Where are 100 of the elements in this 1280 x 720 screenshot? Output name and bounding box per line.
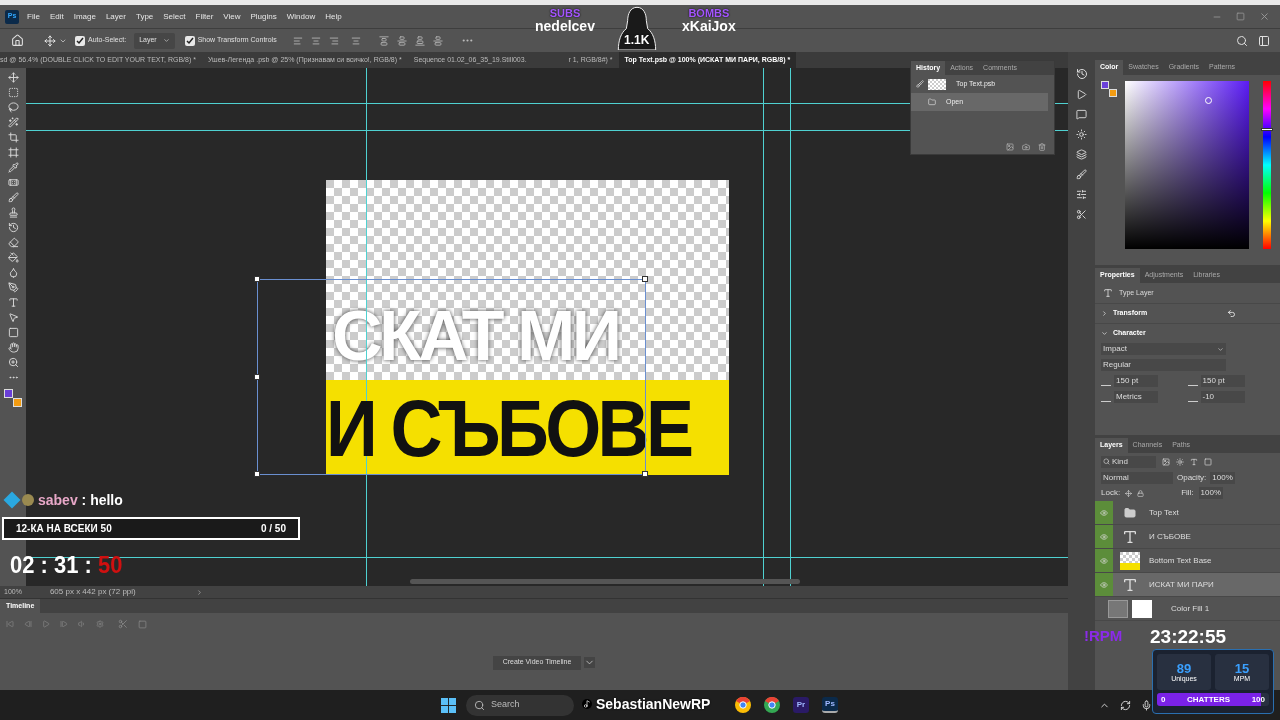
adjustment-filter-icon[interactable]	[1176, 457, 1184, 466]
distribute-icon[interactable]	[432, 35, 443, 46]
lasso-icon[interactable]	[7, 102, 19, 113]
shape-filter-icon[interactable]	[1204, 457, 1212, 466]
menu-item[interactable]: Layer	[105, 10, 126, 23]
browser-icon[interactable]	[764, 697, 780, 713]
frame-icon[interactable]	[7, 147, 19, 158]
checkbox[interactable]	[75, 35, 85, 46]
eraser-icon[interactable]	[7, 237, 19, 248]
stamp-icon[interactable]	[7, 207, 19, 218]
foreground-color-swatch[interactable]	[1101, 81, 1109, 89]
layer-row[interactable]: И СЪБОВЕ	[1095, 525, 1280, 549]
crop-icon[interactable]	[7, 132, 19, 143]
blend-mode-dropdown[interactable]: Normal	[1101, 471, 1173, 484]
layer-row[interactable]: Color Fill 1	[1095, 597, 1280, 621]
microphone-icon[interactable]	[1141, 699, 1152, 711]
font-dropdown[interactable]: Impact	[1101, 343, 1226, 355]
hand-icon[interactable]	[7, 342, 19, 353]
pen-icon[interactable]	[7, 282, 19, 293]
taskbar-app[interactable]: Ps	[822, 697, 838, 713]
search-icon[interactable]	[1236, 34, 1248, 47]
type-icon[interactable]	[7, 297, 19, 308]
visibility-toggle[interactable]	[1095, 549, 1113, 572]
menu-item[interactable]: Image	[73, 10, 96, 23]
leading-field[interactable]: 150 pt	[1200, 375, 1245, 387]
visibility-toggle[interactable]	[1095, 501, 1113, 524]
scissors-icon[interactable]	[1076, 209, 1087, 220]
sliders-icon[interactable]	[1076, 189, 1087, 200]
font-size-field[interactable]: 150 pt	[1114, 375, 1158, 387]
brush-icon[interactable]	[7, 192, 19, 203]
hue-slider[interactable]	[1263, 81, 1271, 249]
brush-icon[interactable]	[1076, 169, 1087, 180]
history-icon[interactable]	[1075, 68, 1088, 80]
checkbox[interactable]	[184, 35, 195, 46]
chevron-icon[interactable]	[195, 588, 203, 596]
move-icon[interactable]	[1125, 489, 1133, 497]
brush-icon[interactable]	[916, 80, 924, 88]
home-icon[interactable]	[11, 34, 24, 47]
transform-handle[interactable]	[642, 471, 648, 477]
foreground-color-swatch[interactable]	[4, 389, 13, 398]
browser-icon[interactable]	[735, 697, 751, 713]
visibility-toggle[interactable]	[1095, 525, 1113, 548]
pointer-icon[interactable]	[7, 312, 19, 323]
reset-icon[interactable]	[1227, 309, 1236, 318]
menu-item[interactable]: Window	[286, 10, 316, 23]
kerning-field[interactable]: Metrics	[1114, 391, 1158, 403]
menu-item[interactable]: Select	[163, 10, 186, 23]
menu-item[interactable]: Edit	[49, 10, 64, 23]
background-color-swatch[interactable]	[1109, 89, 1117, 97]
layers-icon[interactable]	[1076, 149, 1087, 160]
sun-icon[interactable]	[1076, 129, 1087, 140]
bandage-icon[interactable]	[7, 177, 19, 188]
filter-dropdown[interactable]: Kind	[1101, 455, 1156, 468]
layer-row[interactable]: ИСКАТ МИ ПАРИ	[1095, 573, 1280, 597]
image-filter-icon[interactable]	[1162, 457, 1170, 466]
zoom-icon[interactable]	[7, 357, 19, 368]
menu-item[interactable]: Plugins	[250, 10, 277, 23]
start-icon[interactable]	[441, 697, 456, 713]
type-filter-icon[interactable]	[1190, 457, 1198, 466]
align-bottom-icon[interactable]	[414, 35, 425, 46]
wand-icon[interactable]	[7, 117, 19, 128]
menu-item[interactable]: File	[27, 10, 40, 23]
transform-handle[interactable]	[254, 276, 260, 282]
sync-icon[interactable]	[1120, 699, 1131, 711]
fill-field[interactable]: 100%	[1198, 487, 1224, 499]
marquee-icon[interactable]	[7, 87, 19, 98]
menu-item[interactable]: Help	[325, 10, 342, 23]
layer-row[interactable]: Top Text	[1095, 501, 1280, 525]
scrollbar[interactable]	[410, 579, 800, 584]
menu-item[interactable]: Type	[135, 10, 154, 23]
droplet-icon[interactable]	[7, 267, 19, 278]
opacity-field[interactable]: 100%	[1210, 471, 1235, 484]
eyedropper-icon[interactable]	[7, 162, 19, 173]
menu-item[interactable]: View	[223, 10, 241, 23]
visibility-toggle[interactable]	[1095, 573, 1113, 596]
transform-handle[interactable]	[254, 471, 260, 477]
align-top-icon[interactable]	[378, 35, 389, 46]
tracking-field[interactable]: -10	[1200, 391, 1245, 403]
hue-slider-thumb[interactable]	[1261, 128, 1273, 132]
rectangle-icon[interactable]	[7, 327, 19, 338]
background-color-swatch[interactable]	[13, 398, 22, 407]
history-brush-icon[interactable]	[7, 222, 19, 233]
snapshot-icon[interactable]	[1006, 143, 1014, 151]
move-icon[interactable]	[7, 72, 19, 83]
caret-icon[interactable]	[584, 657, 596, 668]
paint-bucket-icon[interactable]	[7, 252, 19, 263]
menu-item[interactable]: Filter	[195, 10, 214, 23]
move-icon[interactable]	[44, 34, 56, 47]
align-middle-icon[interactable]	[396, 35, 407, 46]
color-picker-field[interactable]	[1125, 81, 1249, 249]
lock-icon[interactable]	[1137, 489, 1145, 497]
trash-icon[interactable]	[1038, 143, 1046, 151]
search-field[interactable]: Search	[466, 694, 574, 716]
comment-icon[interactable]	[1076, 109, 1087, 120]
taskbar-app[interactable]: Pr	[793, 697, 809, 713]
transform-handle[interactable]	[642, 276, 648, 282]
close-icon[interactable]	[1259, 11, 1270, 22]
font-style-dropdown[interactable]: Regular	[1101, 359, 1226, 371]
workspace-icon[interactable]	[1258, 34, 1270, 47]
transform-handle[interactable]	[254, 374, 260, 380]
